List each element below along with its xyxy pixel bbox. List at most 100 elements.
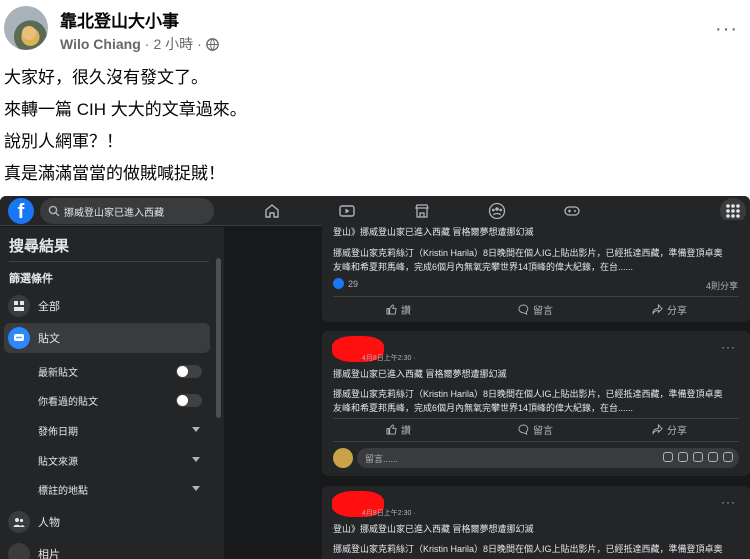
sidebar-item-label: 全部 xyxy=(38,301,60,313)
share-icon xyxy=(652,304,663,315)
like-label: 讚 xyxy=(401,426,411,437)
divider xyxy=(333,418,739,419)
share-button: 分享 xyxy=(652,302,687,317)
gif-icon xyxy=(708,452,718,462)
divider xyxy=(333,441,739,442)
sidebar-item-photos: 相片 xyxy=(4,539,210,559)
thumbs-up-icon xyxy=(386,424,397,435)
post-timestamp: 4月8日上午2:30 · xyxy=(362,355,416,362)
filter-label: 篩選條件 xyxy=(9,273,53,285)
people-icon xyxy=(8,511,30,533)
sidebar-item-label: 人物 xyxy=(38,517,60,529)
filter-date-posted: 發佈日期 xyxy=(38,417,208,443)
article-snippet: 友峰和希夏邦馬峰，完成6個月內無氧完攀世界14頂峰的偉大紀錄，在台...... xyxy=(333,262,634,272)
chevron-down-icon xyxy=(192,457,200,462)
divider xyxy=(333,296,739,297)
divider xyxy=(9,261,209,262)
search-query: 挪威登山家已進入西藏 xyxy=(64,208,164,219)
filter-label: 標註的地點 xyxy=(38,485,88,497)
sidebar-item-all: 全部 xyxy=(4,291,210,321)
filter-label: 貼文來源 xyxy=(38,456,78,468)
commenter-avatar xyxy=(333,448,353,468)
article-snippet: 挪威登山家克莉絲汀（Kristin Harila）8日晚間在個人IG上貼出影片，… xyxy=(333,248,723,258)
seen-posts-toggle xyxy=(176,394,202,407)
group-avatar[interactable] xyxy=(4,6,48,50)
image-icon xyxy=(723,452,733,462)
comment-button: 留言 xyxy=(518,302,553,317)
article-snippet: 友峰和希夏邦馬峰，完成6個月內無氧完攀世界14頂峰的偉大紀錄，在台...... xyxy=(333,403,634,413)
chevron-down-icon xyxy=(192,427,200,432)
post-line: 說別人網軍？！ xyxy=(4,132,123,151)
search-result-card: 4月8日上午2:30 · ··· 登山》挪威登山家已進入西藏 冒格爾夢想遭挪幻滅… xyxy=(322,486,750,559)
post-line: 真是滿滿當當的做賊喊捉賊！ xyxy=(4,164,225,183)
search-icon xyxy=(48,205,60,217)
post-time[interactable]: 2 小時 xyxy=(153,34,193,54)
post-timestamp: 4月8日上午2:30 · xyxy=(362,510,416,517)
comment-placeholder: 留言...... xyxy=(365,454,399,464)
filter-label: 發佈日期 xyxy=(38,426,78,438)
sidebar-title: 搜尋結果 xyxy=(9,238,70,255)
recent-posts-toggle xyxy=(176,365,202,378)
grid-icon xyxy=(8,295,30,317)
share-count: 4則分享 xyxy=(705,281,738,291)
share-icon xyxy=(652,424,663,435)
article-title: 登山》挪威登山家已進入西藏 冒格爾夢想遭挪幻滅 xyxy=(333,524,534,534)
filter-post-source: 貼文來源 xyxy=(38,447,208,473)
chevron-down-icon xyxy=(192,486,200,491)
post-meta: Wilo Chiang · 2 小時 · xyxy=(60,34,219,54)
marketplace-icon xyxy=(415,204,429,218)
post-line: 大家好，很久沒有發文了。 xyxy=(4,68,208,87)
facebook-logo-icon: f xyxy=(8,198,34,224)
emoji-icon xyxy=(693,452,703,462)
like-button: 讚 xyxy=(386,422,411,437)
comment-icon xyxy=(518,424,529,435)
camera-icon xyxy=(678,452,688,462)
comment-icon xyxy=(518,304,529,315)
article-title: 挪威登山家已進入西藏 冒格爾夢想遭挪幻滅 xyxy=(333,369,507,379)
sticker-icon xyxy=(663,452,673,462)
share-label: 分享 xyxy=(667,306,687,317)
author-name[interactable]: Wilo Chiang xyxy=(60,36,141,52)
more-options-button[interactable]: ··· xyxy=(715,18,738,41)
photo-icon xyxy=(8,543,30,559)
article-title: 登山》挪威登山家已進入西藏 冒格爾夢想遭挪幻滅 xyxy=(333,227,534,237)
sidebar-item-label: 相片 xyxy=(38,549,60,559)
post-line: 來轉一篇 CIH 大大的文章過來。 xyxy=(4,100,247,119)
article-snippet: 挪威登山家克莉絲汀（Kristin Harila）8日晚間在個人IG上貼出影片，… xyxy=(333,389,723,399)
groups-icon xyxy=(488,202,506,220)
comment-button: 留言 xyxy=(518,422,553,437)
share-label: 分享 xyxy=(667,426,687,437)
search-result-card: 登山》挪威登山家已進入西藏 冒格爾夢想遭挪幻滅 挪威登山家克莉絲汀（Kristi… xyxy=(322,220,750,322)
article-snippet: 挪威登山家克莉絲汀（Kristin Harila）8日晚間在個人IG上貼出影片，… xyxy=(333,544,723,554)
filter-label: 你看過的貼文 xyxy=(38,396,98,408)
search-input: 挪威登山家已進入西藏 xyxy=(40,198,214,224)
search-result-card: 4月8日上午2:30 · ··· 挪威登山家已進入西藏 冒格爾夢想遭挪幻滅 挪威… xyxy=(322,331,750,476)
globe-icon xyxy=(205,37,219,51)
sidebar-item-label: 貼文 xyxy=(38,333,60,345)
sidebar-item-people: 人物 xyxy=(4,507,210,537)
like-button: 讚 xyxy=(386,302,411,317)
comment-label: 留言 xyxy=(533,306,553,317)
more-options-icon: ··· xyxy=(721,495,736,509)
comment-input: 留言...... xyxy=(357,448,739,468)
like-label: 讚 xyxy=(401,306,411,317)
home-icon xyxy=(265,204,279,218)
embedded-screenshot[interactable]: f 挪威登山家已進入西藏 搜尋結果 篩選條件 全部 貼文 最新貼文 你看過的貼文… xyxy=(0,196,750,559)
like-reaction-icon xyxy=(333,278,344,289)
filter-tagged-location: 標註的地點 xyxy=(38,476,208,502)
more-options-icon: ··· xyxy=(721,340,736,354)
post-body: 大家好，很久沒有發文了。 來轉一篇 CIH 大大的文章過來。 說別人網軍？！ 真… xyxy=(0,62,740,190)
group-name[interactable]: 靠北登山大小事 xyxy=(60,7,179,32)
meta-separator-2: · xyxy=(197,36,202,52)
comment-tools xyxy=(663,452,733,462)
watch-icon xyxy=(339,205,355,217)
like-count: 29 xyxy=(348,279,359,289)
thumbs-up-icon xyxy=(386,304,397,315)
share-button: 分享 xyxy=(652,422,687,437)
filter-seen-posts: 你看過的貼文 xyxy=(38,387,208,413)
gaming-icon xyxy=(564,206,580,216)
search-sidebar: 搜尋結果 篩選條件 全部 貼文 最新貼文 你看過的貼文 發佈日期 貼文來源 標註 xyxy=(0,227,224,559)
comment-label: 留言 xyxy=(533,426,553,437)
post-icon xyxy=(8,327,30,349)
filter-recent-posts: 最新貼文 xyxy=(38,358,208,384)
